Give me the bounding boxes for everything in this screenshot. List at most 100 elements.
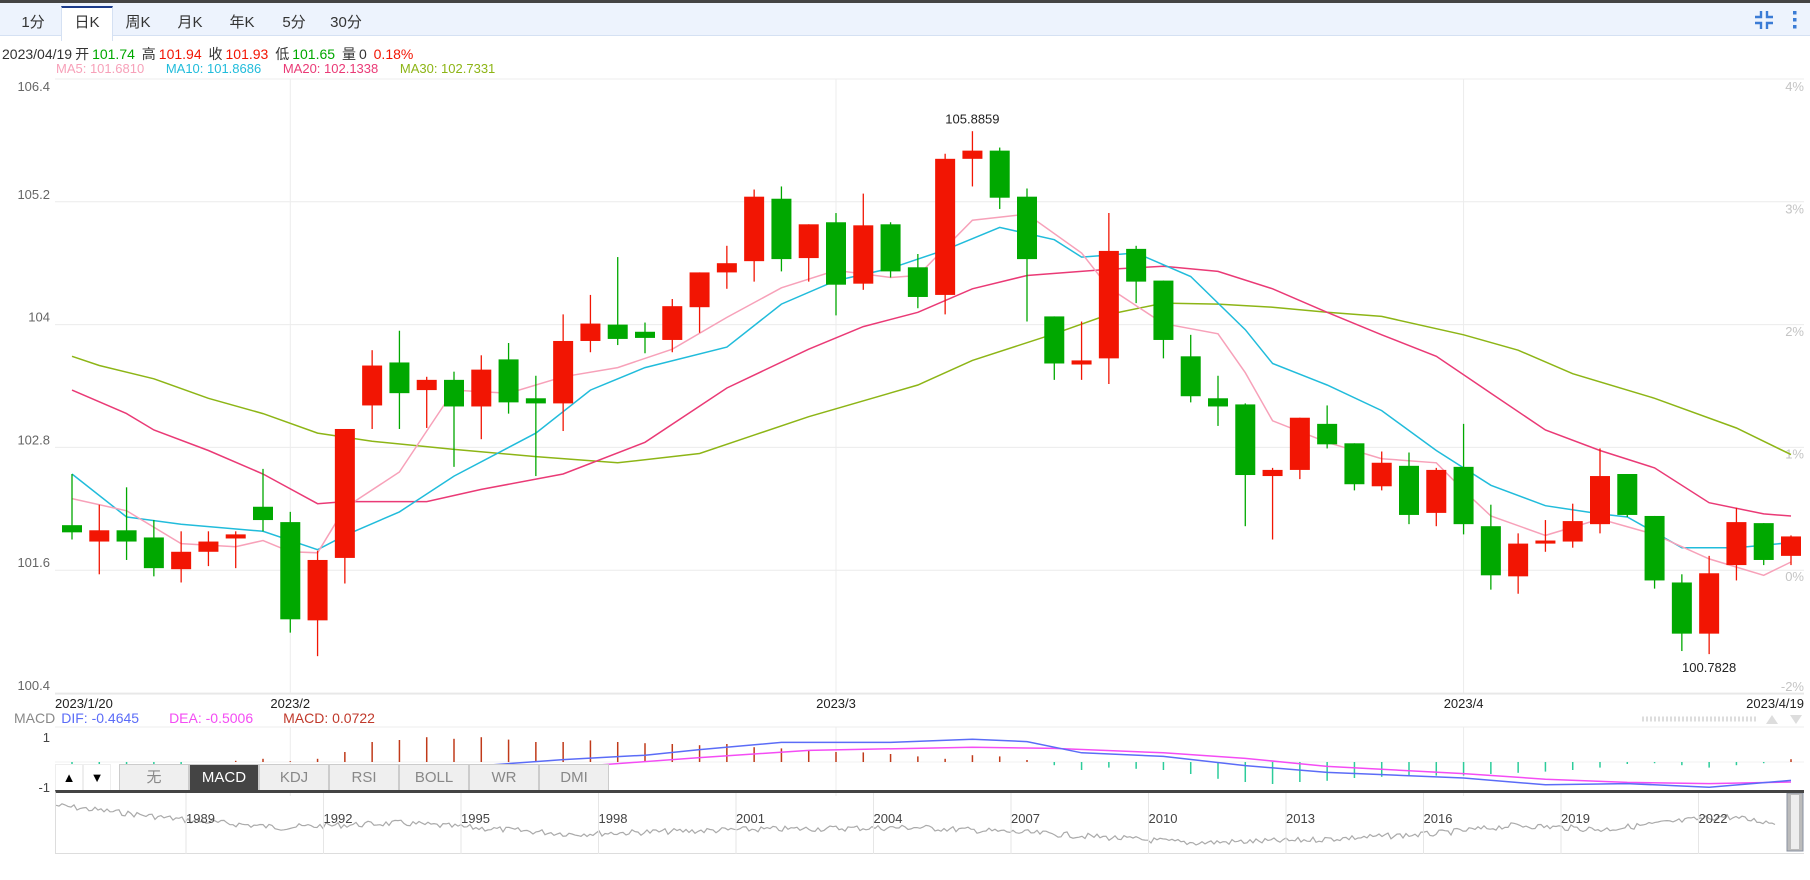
candle [607, 257, 628, 346]
date-tick-label: 2023/4/19 [1746, 696, 1804, 711]
candle [62, 474, 82, 540]
candle [1071, 321, 1092, 380]
candle-body [1317, 423, 1338, 445]
dif-legend: DIF: -0.4645 [61, 710, 140, 726]
navigator-year-label: 1995 [461, 811, 490, 826]
candle [89, 504, 110, 575]
candle [1126, 245, 1147, 304]
candle-body [1044, 316, 1065, 364]
navigator-year-label: 2022 [1699, 811, 1728, 826]
candle [935, 153, 956, 315]
ma20-line [71, 265, 1792, 517]
navigator-year-label: 2001 [736, 811, 765, 826]
candle [116, 487, 137, 560]
price-tick-label: 101.6 [17, 555, 50, 570]
candle-body [280, 522, 301, 620]
candle-body [1562, 521, 1583, 542]
candle [498, 343, 519, 414]
candle [307, 550, 328, 657]
candle [143, 520, 164, 577]
candle-body [1644, 515, 1665, 581]
date-tick-label: 2023/2 [270, 696, 310, 711]
candle-body [62, 525, 82, 533]
price-tick-label: 100.4 [17, 678, 50, 693]
candle [1671, 574, 1692, 652]
candle [580, 294, 601, 353]
navigator-year-label: 2010 [1149, 811, 1178, 826]
candle [1262, 467, 1283, 540]
candle-body [198, 541, 219, 552]
price-tick-label: 105.2 [17, 187, 50, 202]
candle-body [1453, 466, 1474, 525]
candle-body [1262, 469, 1283, 477]
candle [389, 330, 410, 429]
candle-body [1671, 582, 1692, 634]
candle-body [771, 198, 792, 260]
candle [662, 299, 683, 353]
price-tick-label: 102.8 [17, 432, 50, 447]
candle-body [1535, 540, 1556, 544]
tab-boll[interactable]: BOLL [399, 764, 469, 791]
candle [1644, 515, 1665, 589]
candle-body [798, 224, 819, 259]
candle [826, 213, 846, 316]
candle [471, 355, 492, 440]
navigator-handle-grip[interactable] [1791, 795, 1799, 849]
scroll-up-button[interactable]: ▲ [55, 764, 83, 792]
scroll-down-button[interactable]: ▼ [83, 764, 111, 792]
tab-kdj[interactable]: KDJ [259, 764, 329, 791]
candle [771, 186, 792, 272]
price-tick-label: 104 [28, 310, 50, 325]
candle-body [1617, 474, 1638, 515]
candle [1590, 448, 1610, 534]
macd-value-legend: MACD: 0.0722 [283, 710, 375, 726]
candle [1753, 523, 1774, 566]
candle-body [1180, 356, 1201, 397]
candle-body [253, 506, 273, 521]
candle [689, 272, 710, 333]
range-navigator[interactable]: 1989 1992 1995 1998 2001 2004 2007 2010 2013 2016… [55, 790, 1804, 854]
candle [553, 314, 574, 432]
candle-body [307, 559, 328, 621]
zoom-in-arrow-icon[interactable] [1766, 715, 1778, 724]
macd-tick-label: -1 [38, 780, 50, 795]
candle [853, 193, 874, 290]
candle [1453, 423, 1474, 535]
candle-body [1126, 248, 1147, 282]
candle [798, 224, 819, 282]
candle-body [1071, 360, 1092, 365]
candle-body [607, 324, 628, 339]
candle-body [225, 534, 246, 539]
dea-legend: DEA: -0.5006 [169, 710, 254, 726]
candle-body [498, 359, 519, 403]
candle [1426, 467, 1447, 527]
tab-wr[interactable]: WR [469, 764, 539, 791]
zoom-out-arrow-icon[interactable] [1790, 715, 1802, 724]
kline-chart[interactable]: 106.4105.2104102.8101.6100.44%3%2%1%0%-2… [0, 0, 1810, 880]
candle-body [1508, 543, 1529, 577]
candle [444, 371, 464, 467]
candle-body [853, 225, 874, 284]
candle [198, 531, 219, 567]
tab-macd[interactable]: MACD [189, 764, 259, 791]
tab-rsi[interactable]: RSI [329, 764, 399, 791]
candle-body [1208, 398, 1228, 407]
candle [962, 131, 983, 187]
tab-dmi[interactable]: DMI [539, 764, 609, 791]
candle-body [1235, 404, 1256, 476]
candle-body [143, 537, 164, 569]
candle-body [907, 267, 928, 297]
tab-none[interactable]: 无 [119, 764, 189, 791]
candle-body [389, 362, 410, 394]
candle-body [635, 331, 655, 338]
candle-body [662, 306, 683, 340]
extreme-price-label: 105.8859 [945, 112, 999, 127]
candle-body [525, 398, 546, 404]
candle-body [1781, 536, 1801, 556]
candle [744, 189, 765, 282]
navigator-year-label: 2019 [1561, 811, 1590, 826]
candle-body [1371, 462, 1392, 487]
candle [880, 222, 901, 278]
macd-legend: MACD DIF: -0.4645 DEA: -0.5006 MACD: 0.0722 [14, 710, 405, 726]
candle-body [1726, 522, 1747, 566]
